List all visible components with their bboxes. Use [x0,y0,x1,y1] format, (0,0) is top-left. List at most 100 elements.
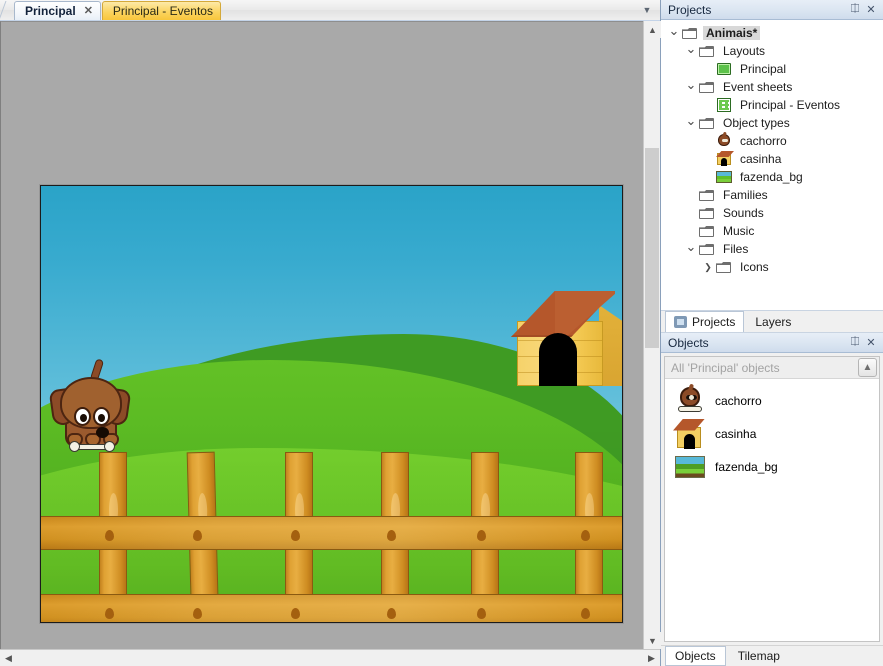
objects-body: All 'Principal' objects ▲ cachorro casinh… [664,356,880,642]
dock-tab-bar: Projects Layers [661,311,883,333]
bottom-tab-label: Objects [675,649,716,663]
chevron-down-icon[interactable]: ⌄ [684,76,698,94]
canvas-vertical-scrollbar[interactable]: ▲ ▼ [643,21,661,649]
tree-item-animais[interactable]: ⌄ Animais* [661,22,883,42]
background-object-icon [715,169,733,185]
tree-item-label: Principal [740,62,787,76]
dock-tab-projects[interactable]: Projects [665,311,745,332]
dog-head [60,377,122,438]
folder-icon [698,205,716,221]
chevron-down-icon[interactable]: ▼ [640,3,654,17]
layout-frame[interactable] [40,185,623,623]
tree-item-label: Animais* [703,26,761,40]
tree-item-label: Object types [723,116,790,130]
document-tab-principal[interactable]: Principal ✕ [14,1,101,20]
object-cachorro[interactable] [48,358,133,452]
panel-title-label: Objects [668,335,709,350]
dog-eye-left [74,407,91,426]
document-tab-strip: Principal ✕ Principal - Eventos ▼ [0,0,660,23]
chevron-right-icon[interactable]: ▶ [643,649,660,666]
object-filter-placeholder[interactable]: All 'Principal' objects [671,361,858,375]
tree-item-icons[interactable]: ❯ Icons [661,258,883,276]
chevron-left-icon[interactable]: ◀ [0,649,17,666]
tree-item-label: cachorro [740,134,787,148]
up-arrow-icon[interactable]: ▲ [858,358,877,377]
close-icon[interactable]: ✕ [863,335,879,351]
object-list-item[interactable]: fazenda_bg [665,450,879,483]
tree-item-casinha[interactable]: ⌄casinha [661,150,883,168]
tree-item-object-types[interactable]: ⌄ Object types [661,112,883,132]
folder-icon [698,241,716,257]
bottom-tab-label: Tilemap [737,649,780,663]
tree-item-families[interactable]: ⌄Families [661,186,883,204]
projects-icon [674,315,688,329]
tree-item-files[interactable]: ⌄ Files [661,238,883,258]
tree-item-label: Music [723,224,755,238]
folder-icon [698,115,716,131]
document-tab-principal-eventos[interactable]: Principal - Eventos [101,1,221,20]
dog-object-icon [674,386,706,416]
object-list-item-label: fazenda_bg [715,459,778,474]
chevron-down-icon[interactable]: ⌄ [667,22,681,40]
object-list-item-label: casinha [715,426,757,441]
fence-rail-upper [41,516,622,550]
object-list-item[interactable]: cachorro [665,384,879,417]
dock-tab-layers[interactable]: Layers [746,311,800,332]
tree-item-fazenda-bg[interactable]: ⌄fazenda_bg [661,168,883,186]
chevron-down-icon[interactable]: ⌄ [684,40,698,58]
viewport-row: ▲ ▼ [0,21,661,649]
object-list-item-label: cachorro [715,393,762,408]
chevron-up-icon[interactable]: ▲ [644,21,661,38]
vertical-scroll-thumb[interactable] [645,148,659,348]
tree-item-cachorro[interactable]: ⌄cachorro [661,132,883,150]
projects-tree[interactable]: ⌄ Animais* ⌄ Layouts ⌄ Principal ⌄ Event sheets… [661,20,883,311]
tree-item-label: Layouts [723,44,766,58]
document-tab-label: Principal - Eventos [112,4,213,18]
event-sheet-icon [715,97,733,113]
pin-icon[interactable]: ⎅ [847,2,863,18]
object-list[interactable]: cachorro casinha fazenda_bg [665,379,879,641]
vertical-scroll-track[interactable] [644,38,660,632]
tree-item-layouts[interactable]: ⌄ Layouts [661,40,883,60]
doghouse-door [539,333,577,386]
fence [41,438,622,622]
pin-icon[interactable]: ⎅ [847,335,863,351]
chevron-down-icon[interactable]: ▼ [644,632,661,649]
layout-editor-area: Principal ✕ Principal - Eventos ▼ ▲ ▼ ◀ … [0,0,661,666]
chevron-down-icon[interactable]: ⌄ [684,238,698,256]
canvas-horizontal-scrollbar[interactable]: ◀ ▶ [0,649,660,666]
bottom-tab-objects[interactable]: Objects [665,646,726,666]
doghouse-object-icon [673,418,706,449]
fence-rail-lower [41,594,622,622]
folder-icon [698,187,716,203]
dock-tab-label: Layers [755,315,792,329]
chevron-right-icon[interactable]: ❯ [701,258,715,276]
dog-object-icon [715,133,733,149]
folder-icon [698,43,716,59]
folder-icon [715,259,733,275]
object-casinha[interactable] [511,291,622,386]
tree-item-event-sheets[interactable]: ⌄ Event sheets [661,76,883,96]
tree-item-label: casinha [740,152,782,166]
close-icon[interactable]: ✕ [84,5,93,17]
close-icon[interactable]: ✕ [863,2,879,18]
doghouse-object-icon [715,151,733,167]
background-object-icon [674,452,706,482]
objects-panel-header: Objects ⎅ ✕ [661,333,883,353]
document-tab-label: Principal [25,4,76,18]
folder-icon [681,25,699,41]
object-filter-bar[interactable]: All 'Principal' objects ▲ [665,357,879,379]
bottom-tab-tilemap[interactable]: Tilemap [728,646,790,666]
folder-icon [698,79,716,95]
objects-panel: Objects ⎅ ✕ All 'Principal' objects ▲ ca… [661,333,883,666]
tree-item-label: fazenda_bg [740,170,803,184]
tree-item-sounds[interactable]: ⌄Sounds [661,204,883,222]
dog-nose [96,427,109,438]
object-list-item[interactable]: casinha [665,417,879,450]
layout-icon [715,61,733,77]
layout-canvas[interactable] [0,21,643,649]
tree-item-label: Icons [740,260,769,274]
panel-title-label: Projects [668,2,712,17]
tree-item-label: Event sheets [723,80,793,94]
chevron-down-icon[interactable]: ⌄ [684,112,698,130]
